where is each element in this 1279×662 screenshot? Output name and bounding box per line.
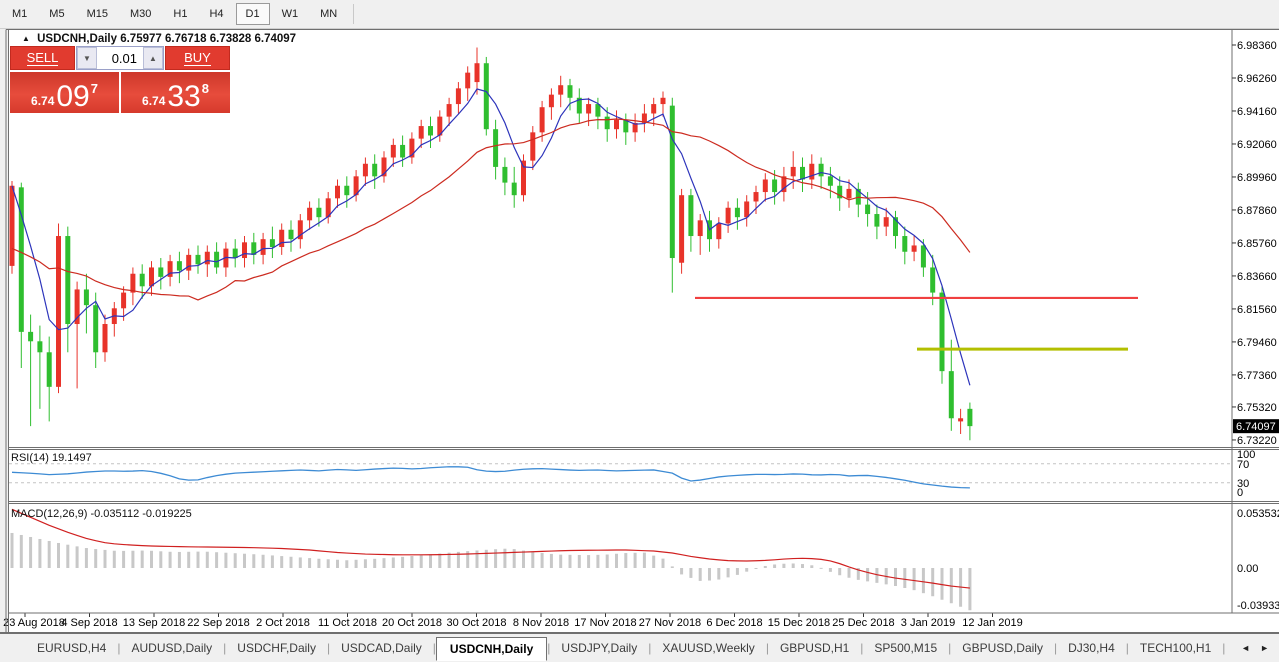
svg-text:6.98360: 6.98360: [1237, 40, 1277, 52]
buy-price-tile[interactable]: 6.74 33 8: [121, 72, 230, 113]
macd-indicator-label: MACD(12,26,9) -0.035112 -0.019225: [11, 508, 192, 520]
tab-gbpusd-daily[interactable]: GBPUSD,Daily: [951, 637, 1054, 659]
buy-price-sup: 8: [202, 81, 209, 96]
timeframe-h1[interactable]: H1: [163, 3, 197, 25]
svg-text:6.87860: 6.87860: [1237, 205, 1277, 217]
svg-text:25 Dec 2018: 25 Dec 2018: [832, 617, 894, 629]
chart-ohlc-values: 6.75977 6.76718 6.73828 6.74097: [120, 33, 296, 45]
tab-usdcad-daily[interactable]: USDCAD,Daily: [330, 637, 433, 659]
buy-price-prefix: 6.74: [142, 94, 165, 108]
svg-text:6.77360: 6.77360: [1237, 370, 1277, 382]
chart-symbol-period: USDCNH,Daily: [37, 33, 117, 45]
tab-gbpusd-h1[interactable]: GBPUSD,H1: [769, 637, 860, 659]
sell-price-big: 09: [56, 84, 89, 110]
timeframe-m15[interactable]: M15: [77, 3, 118, 25]
collapse-trade-panel-icon[interactable]: ▲: [22, 34, 30, 43]
timeframe-m30[interactable]: M30: [120, 3, 161, 25]
svg-text:70: 70: [1237, 459, 1249, 471]
svg-text:13 Sep 2018: 13 Sep 2018: [123, 617, 185, 629]
svg-text:15 Dec 2018: 15 Dec 2018: [768, 617, 830, 629]
svg-text:0: 0: [1237, 487, 1243, 499]
svg-text:20 Oct 2018: 20 Oct 2018: [382, 617, 442, 629]
svg-text:6.81560: 6.81560: [1237, 304, 1277, 316]
svg-text:6.85760: 6.85760: [1237, 238, 1277, 250]
timeframe-m5[interactable]: M5: [39, 3, 74, 25]
chart-tab-strip: EURUSD,H4|AUDUSD,Daily|USDCHF,Daily|USDC…: [0, 634, 1231, 662]
chart-tab-bar: EURUSD,H4|AUDUSD,Daily|USDCHF,Daily|USDC…: [0, 633, 1279, 662]
svg-text:6.79460: 6.79460: [1237, 337, 1277, 349]
svg-text:6.89960: 6.89960: [1237, 172, 1277, 184]
toolbar-separator: [353, 4, 354, 24]
timeframe-toolbar: M1M5M15M30H1H4D1W1MN: [0, 0, 1279, 29]
tab-usdcnh-daily[interactable]: USDCNH,Daily: [436, 637, 547, 661]
svg-text:6.92060: 6.92060: [1237, 139, 1277, 151]
svg-text:6.94160: 6.94160: [1237, 106, 1277, 118]
svg-text:4 Sep 2018: 4 Sep 2018: [61, 617, 117, 629]
svg-text:0.053532: 0.053532: [1237, 508, 1279, 520]
svg-text:8 Nov 2018: 8 Nov 2018: [513, 617, 569, 629]
svg-text:17 Nov 2018: 17 Nov 2018: [574, 617, 636, 629]
one-click-trading-panel: SELL ▼ 0.01 ▲ BUY 6.74 09 7 6.74 33 8: [10, 46, 230, 113]
timeframe-h4[interactable]: H4: [199, 3, 233, 25]
timeframe-w1[interactable]: W1: [272, 3, 309, 25]
tab-tech100-h1[interactable]: TECH100,H1: [1129, 637, 1222, 659]
svg-text:23 Aug 2018: 23 Aug 2018: [3, 617, 65, 629]
svg-text:2 Oct 2018: 2 Oct 2018: [256, 617, 310, 629]
svg-text:6 Dec 2018: 6 Dec 2018: [706, 617, 762, 629]
timeframe-m1[interactable]: M1: [2, 3, 37, 25]
svg-text:22 Sep 2018: 22 Sep 2018: [187, 617, 249, 629]
tabs-scroll-left-icon[interactable]: ◄: [1241, 643, 1250, 653]
timeframe-mn[interactable]: MN: [310, 3, 347, 25]
tab-usdjpy-daily[interactable]: USDJPY,Daily: [550, 637, 648, 659]
svg-text:6.73220: 6.73220: [1237, 435, 1277, 447]
svg-text:0.00: 0.00: [1237, 563, 1258, 575]
svg-text:3 Jan 2019: 3 Jan 2019: [901, 617, 955, 629]
tab-usdchf-daily[interactable]: USDCHF,Daily: [226, 637, 327, 659]
sell-price-sup: 7: [91, 81, 98, 96]
sell-price-prefix: 6.74: [31, 94, 54, 108]
sell-button[interactable]: SELL: [10, 46, 75, 70]
volume-increase-icon[interactable]: ▲: [143, 47, 163, 69]
svg-text:30 Oct 2018: 30 Oct 2018: [447, 617, 507, 629]
tab-dj30-h4[interactable]: DJ30,H4: [1057, 637, 1126, 659]
svg-text:6.96260: 6.96260: [1237, 73, 1277, 85]
svg-text:12 Jan 2019: 12 Jan 2019: [962, 617, 1023, 629]
tabs-scroll-right-icon[interactable]: ►: [1260, 643, 1269, 653]
volume-decrease-icon[interactable]: ▼: [77, 47, 97, 69]
tab-xauusd-weekly[interactable]: XAUUSD,Weekly: [651, 637, 765, 659]
svg-text:27 Nov 2018: 27 Nov 2018: [639, 617, 701, 629]
timeframe-d1[interactable]: D1: [236, 3, 270, 25]
tab-eurusd-h4[interactable]: EURUSD,H4: [26, 637, 117, 659]
svg-text:-0.039333: -0.039333: [1237, 600, 1279, 612]
svg-text:6.75320: 6.75320: [1237, 402, 1277, 414]
volume-stepper: ▼ 0.01 ▲: [76, 46, 164, 70]
buy-price-big: 33: [167, 84, 200, 110]
sell-price-tile[interactable]: 6.74 09 7: [10, 72, 119, 113]
rsi-indicator-label: RSI(14) 19.1497: [11, 452, 92, 464]
volume-input[interactable]: 0.01: [97, 47, 143, 69]
svg-text:6.83660: 6.83660: [1237, 271, 1277, 283]
svg-text:11 Oct 2018: 11 Oct 2018: [318, 617, 377, 629]
tab-audusd-daily[interactable]: AUDUSD,Daily: [120, 637, 223, 659]
svg-text:6.74097: 6.74097: [1236, 421, 1276, 433]
tab-sp500-m15[interactable]: SP500,M15: [863, 637, 948, 659]
chart-title: ▲ USDCNH,Daily 6.75977 6.76718 6.73828 6…: [22, 33, 296, 45]
buy-button[interactable]: BUY: [165, 46, 230, 70]
